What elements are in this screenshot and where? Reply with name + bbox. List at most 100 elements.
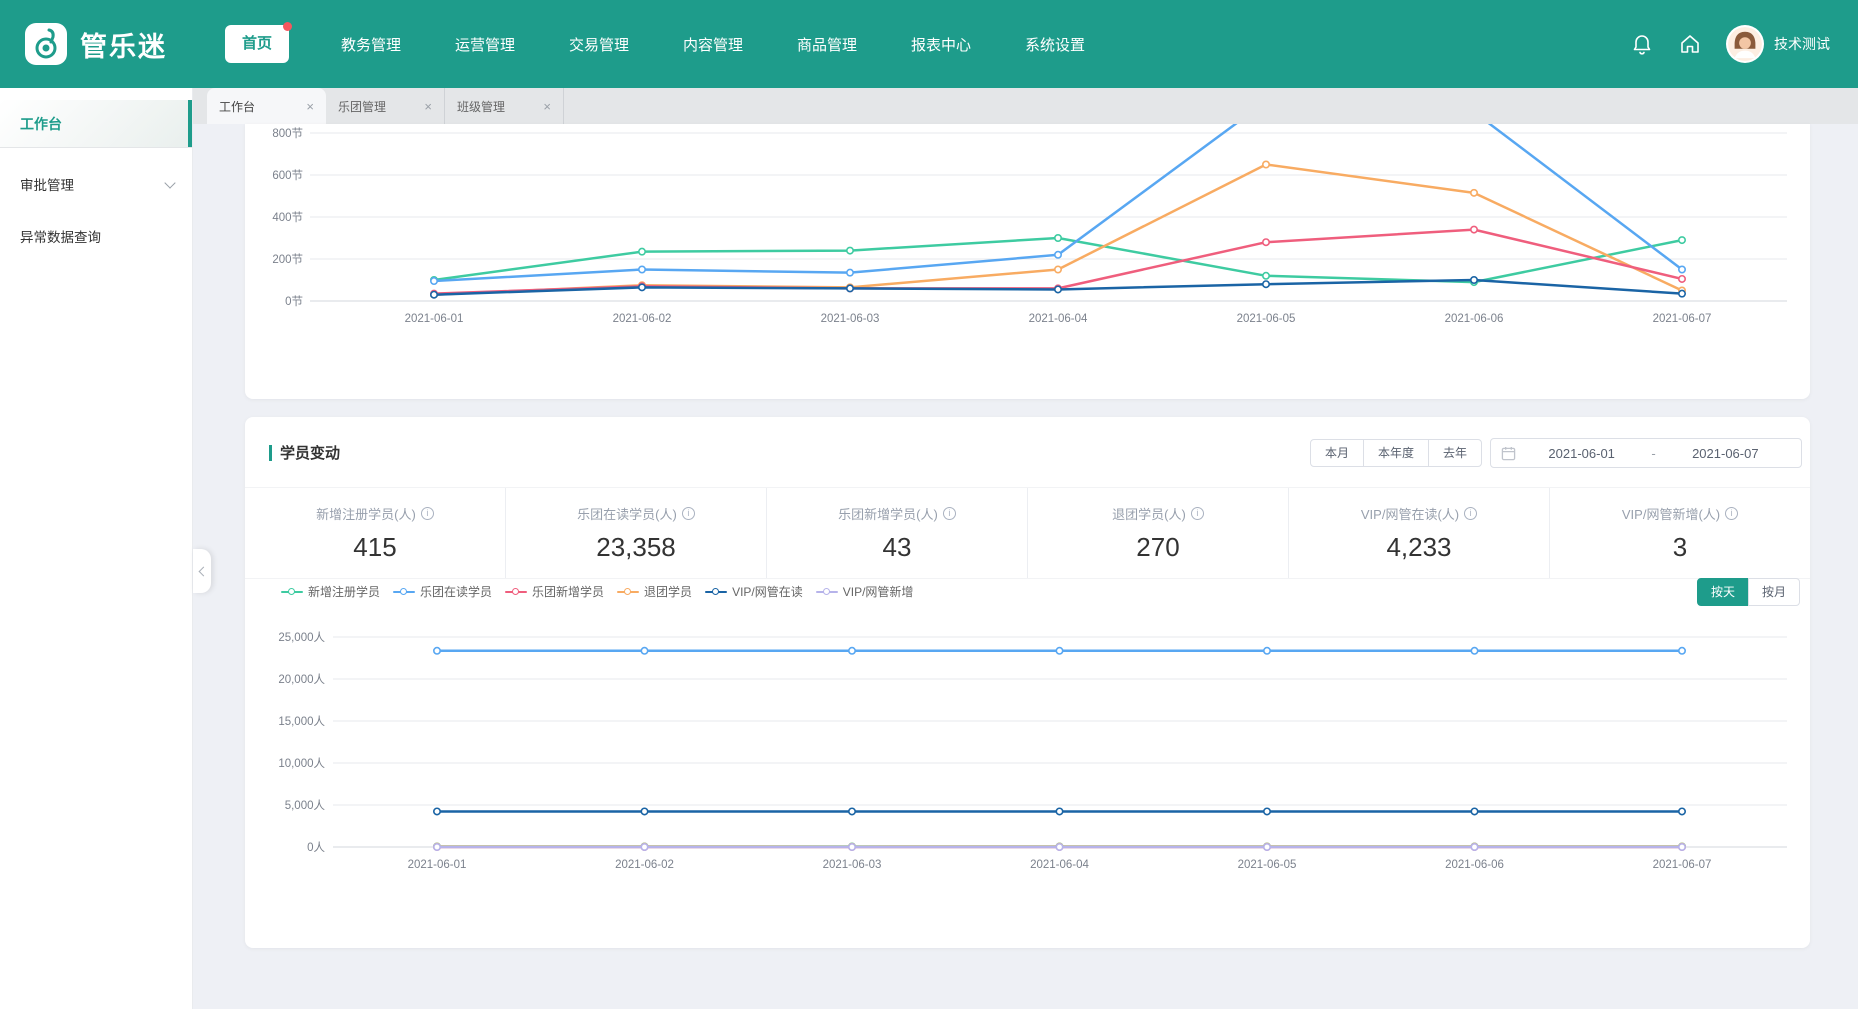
svg-text:800节: 800节 bbox=[272, 127, 303, 140]
legend-marker bbox=[393, 588, 415, 595]
legend-item[interactable]: 新增注册学员 bbox=[281, 583, 380, 600]
stat-new-registered: 新增注册学员(人)i 415 bbox=[245, 488, 506, 578]
info-icon[interactable]: i bbox=[1191, 507, 1204, 520]
info-icon[interactable]: i bbox=[1464, 507, 1477, 520]
svg-text:2021-06-04: 2021-06-04 bbox=[1030, 859, 1089, 871]
section-title: 学员变动 bbox=[280, 442, 340, 463]
date-range-picker[interactable]: 2021-06-01 - 2021-06-07 bbox=[1490, 438, 1802, 468]
stat-orchestra-new: 乐团新增学员(人)i 43 bbox=[767, 488, 1028, 578]
period-this-month-button[interactable]: 本月 bbox=[1310, 439, 1364, 467]
sidebar-item-workbench[interactable]: 工作台 bbox=[0, 100, 192, 148]
stat-vip-enrolled: VIP/网管在读(人)i 4,233 bbox=[1289, 488, 1550, 578]
svg-text:2021-06-03: 2021-06-03 bbox=[823, 859, 882, 871]
info-icon[interactable]: i bbox=[943, 507, 956, 520]
home-icon[interactable] bbox=[1678, 32, 1702, 56]
svg-text:0节: 0节 bbox=[285, 295, 303, 308]
svg-text:15,000人: 15,000人 bbox=[278, 715, 325, 728]
notification-dot bbox=[283, 22, 292, 31]
svg-text:2021-06-06: 2021-06-06 bbox=[1445, 859, 1504, 871]
close-icon[interactable]: × bbox=[424, 99, 432, 114]
svg-text:2021-06-04: 2021-06-04 bbox=[1029, 313, 1088, 325]
nav-item-content[interactable]: 内容管理 bbox=[656, 34, 770, 55]
legend-item[interactable]: 乐团新增学员 bbox=[505, 583, 604, 600]
section-accent-bar bbox=[269, 445, 272, 461]
stat-quit: 退团学员(人)i 270 bbox=[1028, 488, 1289, 578]
chevron-down-icon bbox=[164, 177, 175, 188]
period-this-year-button[interactable]: 本年度 bbox=[1363, 439, 1429, 467]
stat-vip-new: VIP/网管新增(人)i 3 bbox=[1550, 488, 1810, 578]
chevron-left-icon bbox=[199, 566, 209, 576]
bell-icon[interactable] bbox=[1630, 32, 1654, 56]
nav-item-academic[interactable]: 教务管理 bbox=[314, 34, 428, 55]
tab-workbench[interactable]: 工作台× bbox=[207, 88, 326, 124]
info-icon[interactable]: i bbox=[682, 507, 695, 520]
sidebar-item-approval[interactable]: 审批管理 bbox=[0, 160, 192, 208]
svg-text:2021-06-03: 2021-06-03 bbox=[821, 313, 880, 325]
mode-by-month-button[interactable]: 按月 bbox=[1748, 578, 1800, 606]
section-header: 学员变动 bbox=[269, 442, 340, 463]
svg-text:2021-06-02: 2021-06-02 bbox=[613, 313, 672, 325]
legend-item[interactable]: 退团学员 bbox=[617, 583, 692, 600]
tab-class[interactable]: 班级管理× bbox=[445, 88, 564, 124]
sidebar-collapse-handle[interactable] bbox=[193, 549, 211, 593]
svg-text:25,000人: 25,000人 bbox=[278, 631, 325, 644]
navbar-right: 技术测试 bbox=[1630, 0, 1830, 88]
nav-item-trade[interactable]: 交易管理 bbox=[542, 34, 656, 55]
svg-text:2021-06-05: 2021-06-05 bbox=[1238, 859, 1297, 871]
sidebar-item-abnormal-data[interactable]: 异常数据查询 bbox=[0, 212, 192, 260]
nav-item-reports[interactable]: 报表中心 bbox=[884, 34, 998, 55]
active-accent-bar bbox=[188, 100, 192, 147]
nav-item-operations[interactable]: 运营管理 bbox=[428, 34, 542, 55]
svg-text:200节: 200节 bbox=[272, 253, 303, 266]
legend-item[interactable]: VIP/网管新增 bbox=[816, 583, 914, 600]
legend-marker bbox=[816, 588, 838, 595]
mode-button-group: 按天 按月 bbox=[1697, 578, 1800, 606]
svg-text:10,000人: 10,000人 bbox=[278, 757, 325, 770]
brand-name: 管乐迷 bbox=[80, 0, 167, 88]
calendar-icon bbox=[1501, 446, 1516, 461]
stat-value: 4,233 bbox=[1386, 532, 1451, 563]
period-last-year-button[interactable]: 去年 bbox=[1428, 439, 1482, 467]
svg-text:600节: 600节 bbox=[272, 169, 303, 182]
date-end: 2021-06-07 bbox=[1660, 446, 1791, 461]
svg-text:2021-06-07: 2021-06-07 bbox=[1653, 859, 1712, 871]
stat-value: 415 bbox=[353, 532, 396, 563]
legend-item[interactable]: 乐团在读学员 bbox=[393, 583, 492, 600]
stat-value: 23,358 bbox=[596, 532, 676, 563]
user-avatar bbox=[1726, 25, 1764, 63]
top-navbar: 管乐迷 首页 教务管理 运营管理 交易管理 内容管理 商品管理 报表中心 系统设… bbox=[0, 0, 1858, 88]
stat-orchestra-enrolled: 乐团在读学员(人)i 23,358 bbox=[506, 488, 767, 578]
svg-text:2021-06-05: 2021-06-05 bbox=[1237, 313, 1296, 325]
svg-text:2021-06-01: 2021-06-01 bbox=[408, 859, 467, 871]
close-icon[interactable]: × bbox=[306, 99, 314, 114]
nav-item-goods[interactable]: 商品管理 bbox=[770, 34, 884, 55]
user-name: 技术测试 bbox=[1774, 34, 1830, 54]
student-change-card: 学员变动 本月 本年度 去年 2021-06-01 - 2021-06-07 新… bbox=[245, 417, 1810, 948]
date-separator: - bbox=[1647, 446, 1659, 461]
sessions-chart-card: 0节 200节 400节 600节 800节 2021-06-01 2021-06-02 20… bbox=[245, 124, 1810, 399]
svg-text:400节: 400节 bbox=[272, 211, 303, 224]
sessions-chart: 0节 200节 400节 600节 800节 2021-06-01 2021-06-02 20… bbox=[245, 124, 1810, 339]
students-chart: 0人5,000人10,000人15,000人20,000人25,000人2021… bbox=[245, 610, 1810, 880]
sidebar: 工作台 审批管理 异常数据查询 bbox=[0, 88, 193, 1009]
legend-item[interactable]: VIP/网管在读 bbox=[705, 583, 803, 600]
close-icon[interactable]: × bbox=[543, 99, 551, 114]
svg-text:2021-06-01: 2021-06-01 bbox=[405, 313, 464, 325]
nav-item-home[interactable]: 首页 bbox=[225, 25, 289, 63]
info-icon[interactable]: i bbox=[421, 507, 434, 520]
stat-value: 43 bbox=[883, 532, 912, 563]
chart-legend: 新增注册学员 乐团在读学员 乐团新增学员 退团学员 VIP/网管在读 VIP/网… bbox=[281, 583, 913, 600]
tab-bar: 工作台× 乐团管理× 班级管理× bbox=[193, 88, 1858, 124]
tab-orchestra[interactable]: 乐团管理× bbox=[326, 88, 445, 124]
legend-marker bbox=[505, 588, 527, 595]
stats-row: 新增注册学员(人)i 415 乐团在读学员(人)i 23,358 乐团新增学员(… bbox=[245, 487, 1810, 579]
mode-by-day-button[interactable]: 按天 bbox=[1697, 578, 1749, 606]
svg-text:2021-06-06: 2021-06-06 bbox=[1445, 313, 1504, 325]
info-icon[interactable]: i bbox=[1725, 507, 1738, 520]
svg-text:2021-06-07: 2021-06-07 bbox=[1653, 313, 1712, 325]
svg-text:0人: 0人 bbox=[307, 841, 325, 854]
user-menu[interactable]: 技术测试 bbox=[1726, 25, 1830, 63]
svg-text:20,000人: 20,000人 bbox=[278, 673, 325, 686]
stat-value: 270 bbox=[1136, 532, 1179, 563]
nav-item-settings[interactable]: 系统设置 bbox=[998, 34, 1112, 55]
